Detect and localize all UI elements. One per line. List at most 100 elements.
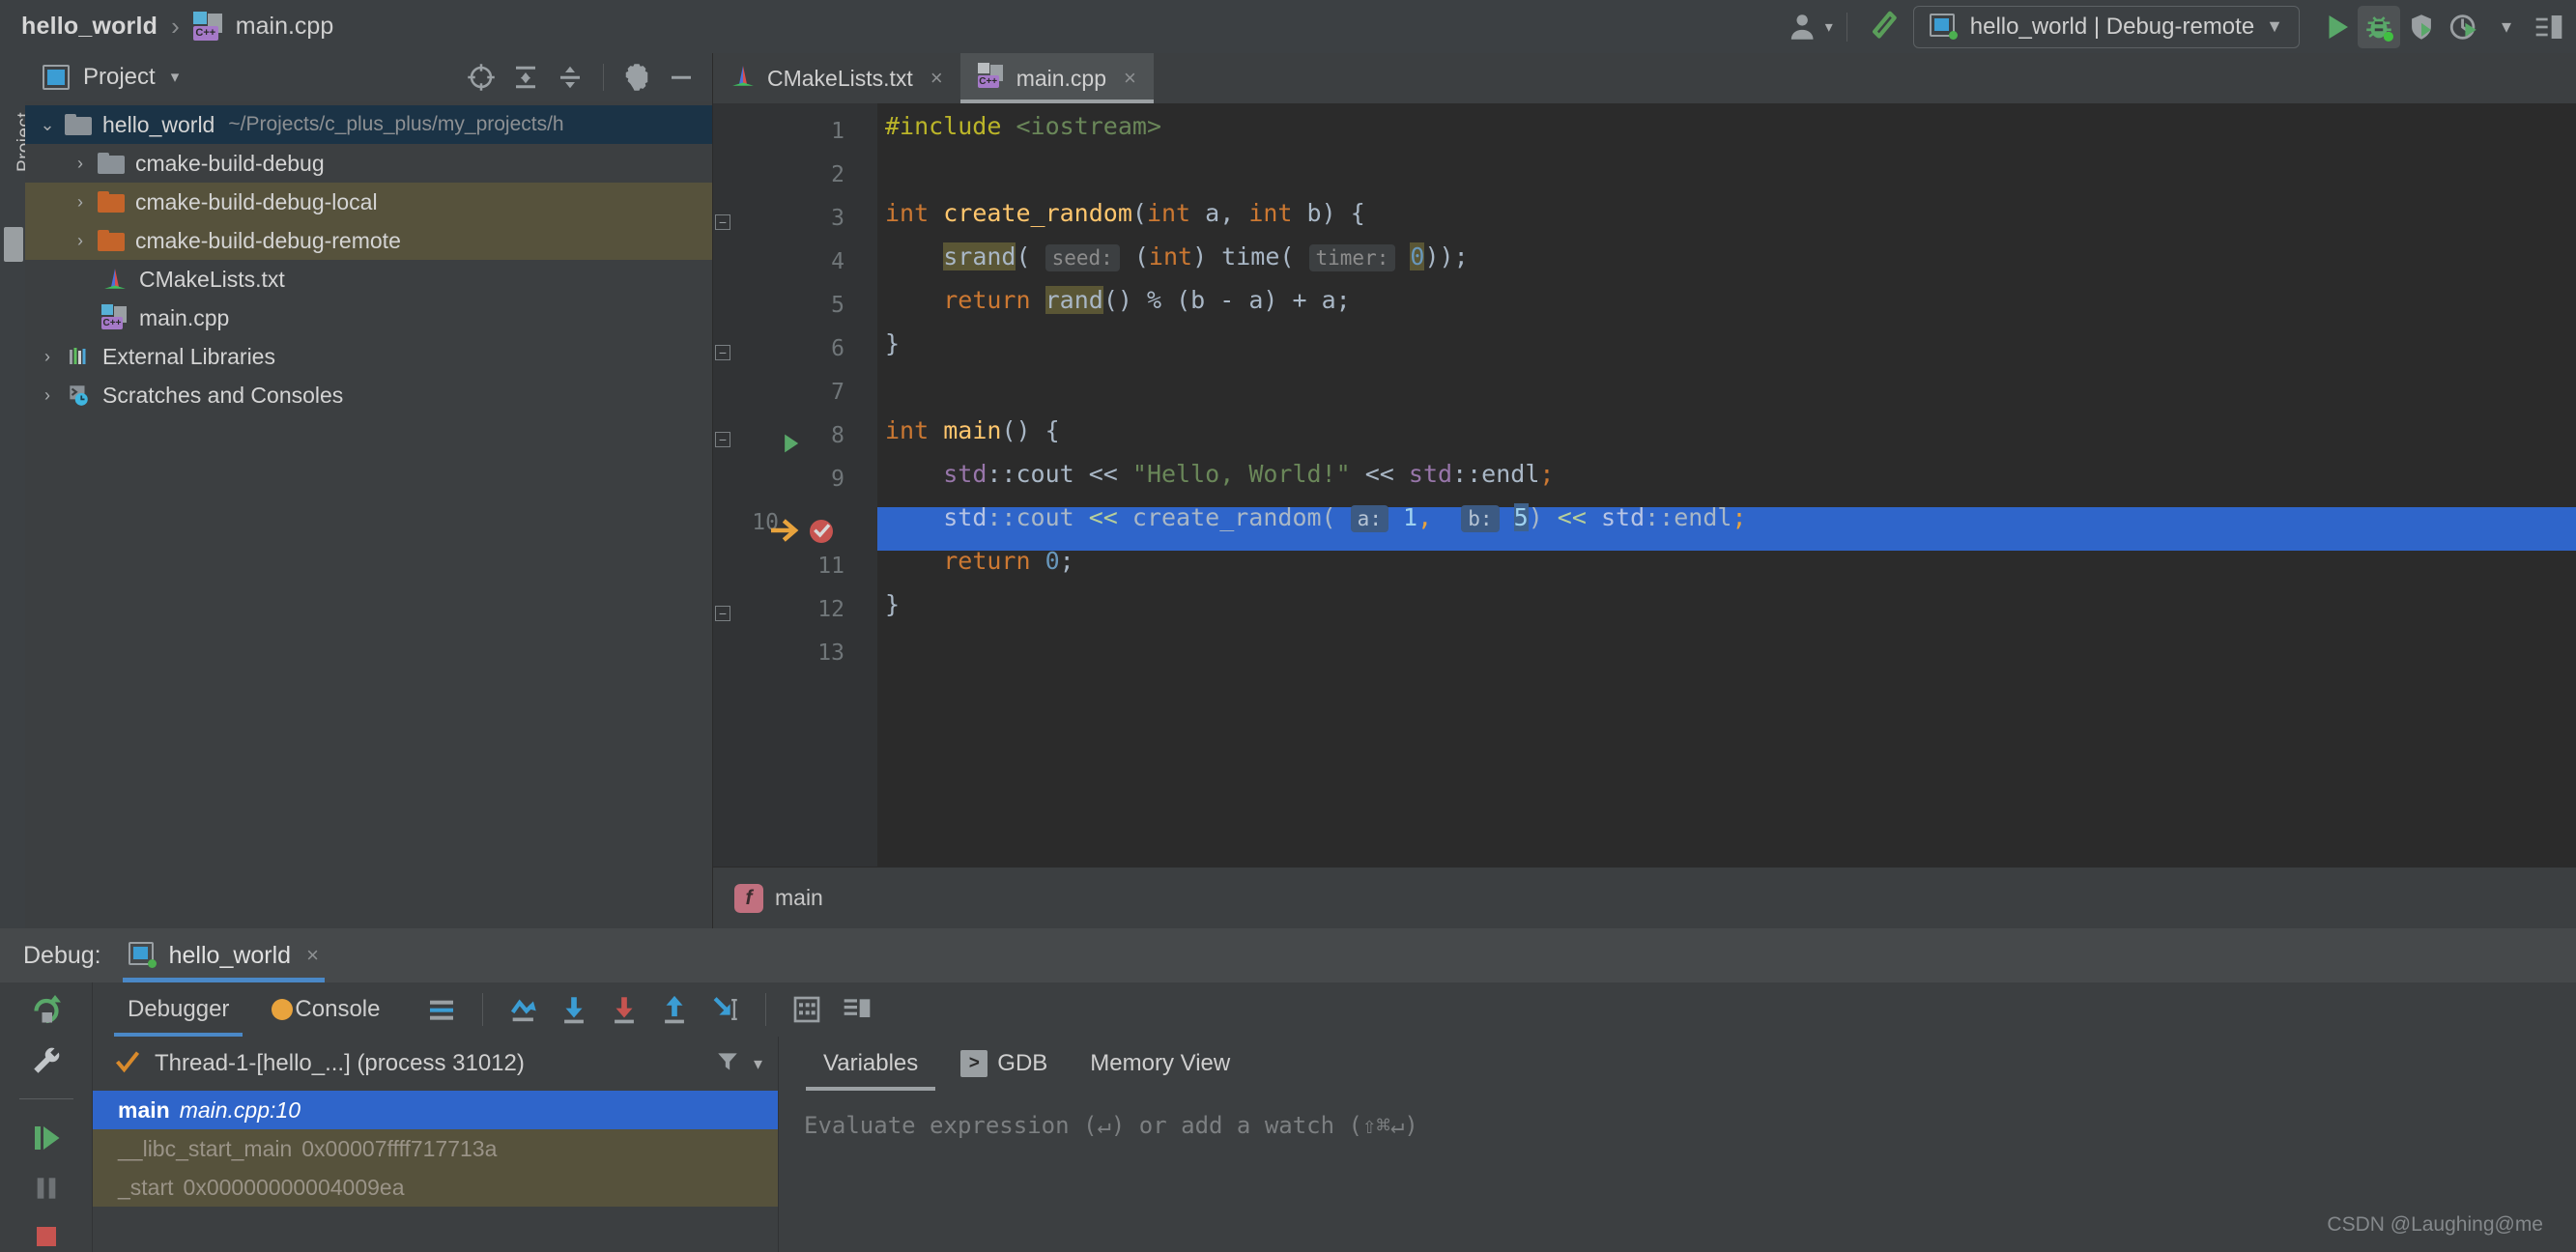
- expand-all-icon[interactable]: [506, 58, 545, 97]
- thread-label: Thread-1-[hello_...] (process 31012): [155, 1050, 525, 1076]
- project-tree: ⌄ hello_world ~/Projects/c_plus_plus/my_…: [25, 101, 712, 414]
- thread-selector[interactable]: Thread-1-[hello_...] (process 31012) ▾: [93, 1037, 778, 1091]
- tab-label: Console: [295, 996, 381, 1022]
- tree-item-cmakelists[interactable]: CMakeLists.txt: [25, 260, 712, 299]
- tree-item-label: cmake-build-debug-remote: [135, 227, 401, 253]
- frame-name: __libc_start_main: [118, 1135, 293, 1161]
- tree-item-cmake-build-debug-remote[interactable]: › cmake-build-debug-remote: [25, 221, 712, 260]
- line-number: 12: [817, 597, 844, 622]
- editor-gutter[interactable]: 1 2 3 4 5 6 7 8 9 10 11 12 13: [713, 103, 858, 867]
- resume-program-icon[interactable]: [19, 1121, 73, 1155]
- fold-marker-icon[interactable]: −: [715, 345, 730, 360]
- tab-variables[interactable]: Variables: [802, 1037, 939, 1091]
- code-line-10: std::cout << create_random( a: 1, b: 5) …: [943, 503, 1747, 532]
- debug-session-tab[interactable]: hello_world ×: [122, 928, 326, 982]
- fold-marker-icon[interactable]: −: [715, 432, 730, 447]
- chevron-right-icon[interactable]: ›: [66, 154, 95, 174]
- function-badge-icon: f: [734, 883, 763, 913]
- collapse-all-icon[interactable]: [551, 58, 589, 97]
- frame-name: _start: [118, 1174, 174, 1200]
- tree-item-label: External Libraries: [102, 343, 275, 369]
- tab-debugger[interactable]: Debugger: [106, 982, 250, 1037]
- frame-row[interactable]: _start 0x00000000004009ea: [93, 1168, 778, 1207]
- force-step-into-icon[interactable]: [599, 987, 649, 1032]
- breadcrumb-project[interactable]: hello_world: [21, 13, 157, 41]
- tab-memory-view[interactable]: Memory View: [1069, 1037, 1251, 1091]
- attach-to-process-icon[interactable]: [2400, 6, 2443, 48]
- evaluate-expression-placeholder[interactable]: Evaluate expression (↵) or add a watch (…: [804, 1112, 2576, 1139]
- user-account-icon[interactable]: ▾: [1789, 6, 1833, 48]
- breakpoint-icon[interactable]: [806, 516, 837, 552]
- tree-item-external-libraries[interactable]: › External Libraries: [25, 337, 712, 376]
- close-icon[interactable]: ×: [306, 943, 319, 968]
- toolbar-divider: [765, 993, 767, 1026]
- tab-gdb[interactable]: > GDB: [939, 1037, 1069, 1091]
- variables-content[interactable]: Evaluate expression (↵) or add a watch (…: [779, 1091, 2576, 1139]
- tree-item-cmake-build-debug[interactable]: › cmake-build-debug: [25, 144, 712, 183]
- chevron-right-icon[interactable]: ›: [66, 192, 95, 213]
- locate-target-icon[interactable]: [462, 58, 501, 97]
- run-icon[interactable]: [2315, 6, 2358, 48]
- breadcrumb-file[interactable]: main.cpp: [236, 13, 333, 41]
- chevron-down-icon: ▾: [2501, 16, 2512, 38]
- step-into-icon[interactable]: [549, 987, 599, 1032]
- gear-icon[interactable]: [617, 58, 656, 97]
- close-icon[interactable]: ×: [1124, 66, 1136, 91]
- tab-main-cpp[interactable]: C++ main.cpp ×: [959, 53, 1155, 103]
- step-out-icon[interactable]: [649, 987, 700, 1032]
- tree-item-label: main.cpp: [139, 304, 230, 330]
- breadcrumb-function-label[interactable]: main: [775, 885, 823, 911]
- step-over-icon[interactable]: [499, 987, 549, 1032]
- close-icon[interactable]: ×: [930, 66, 943, 91]
- run-configuration-selector[interactable]: hello_world | Debug-remote ▼: [1912, 5, 2300, 48]
- top-toolbar: hello_world › C++ main.cpp ▾ hello_world…: [0, 0, 2576, 53]
- run-gutter-icon[interactable]: [777, 430, 804, 462]
- tree-item-cmake-build-debug-local[interactable]: › cmake-build-debug-local: [25, 183, 712, 221]
- minimize-icon[interactable]: [662, 58, 701, 97]
- chevron-down-icon[interactable]: ▾: [171, 68, 180, 87]
- frame-row[interactable]: main main.cpp:10: [93, 1091, 778, 1129]
- code-editor[interactable]: 1 2 3 4 5 6 7 8 9 10 11 12 13 − − − − #i…: [713, 103, 2576, 867]
- fold-marker-icon[interactable]: −: [715, 214, 730, 230]
- build-hammer-icon[interactable]: [1861, 6, 1903, 48]
- wrench-icon[interactable]: [19, 1044, 73, 1077]
- watermark: CSDN @Laughing@me: [2327, 1213, 2543, 1236]
- code-line-1: #include <iostream>: [885, 112, 1161, 140]
- rerun-icon[interactable]: [19, 992, 73, 1027]
- tree-item-main-cpp[interactable]: C++ main.cpp: [25, 299, 712, 337]
- code-text-area[interactable]: #include <iostream> int create_random(in…: [877, 103, 2576, 867]
- more-toolbar-icon[interactable]: [2528, 6, 2570, 48]
- cmake-file-icon: [99, 267, 131, 292]
- frame-row[interactable]: __libc_start_main 0x00007ffff717713a: [93, 1129, 778, 1168]
- editor-fold-column[interactable]: − − − −: [715, 103, 877, 867]
- profile-dropdown-icon[interactable]: ▾: [2485, 6, 2528, 48]
- debug-layout-icon[interactable]: [832, 987, 882, 1032]
- layout-settings-icon[interactable]: [416, 987, 467, 1032]
- chevron-right-icon[interactable]: ›: [33, 385, 62, 406]
- chevron-down-icon[interactable]: ▾: [754, 1054, 762, 1074]
- tab-console[interactable]: Console: [250, 982, 401, 1037]
- tree-item-path: ~/Projects/c_plus_plus/my_projects/h: [228, 113, 564, 135]
- tab-cmakelists-txt[interactable]: CMakeLists.txt ×: [713, 53, 960, 103]
- profile-icon[interactable]: [2443, 6, 2485, 48]
- folder-grey-icon: [62, 114, 95, 135]
- chevron-right-icon[interactable]: ›: [66, 231, 95, 251]
- evaluate-expression-icon[interactable]: [782, 987, 832, 1032]
- rail-structure-button[interactable]: [4, 227, 23, 262]
- fold-marker-icon[interactable]: −: [715, 606, 730, 621]
- debug-icon[interactable]: [2358, 5, 2400, 48]
- chevron-down-icon[interactable]: ⌄: [33, 115, 62, 135]
- editor-tab-bar: CMakeLists.txt × C++ main.cpp ×: [713, 53, 2576, 103]
- run-to-cursor-icon[interactable]: [700, 987, 750, 1032]
- filter-icon[interactable]: [715, 1049, 740, 1079]
- chevron-down-icon: ▾: [1824, 18, 1833, 36]
- pause-program-icon[interactable]: [19, 1173, 73, 1204]
- tree-item-scratches-and-consoles[interactable]: › Scratches and Consoles: [25, 376, 712, 414]
- tree-item-hello-world[interactable]: ⌄ hello_world ~/Projects/c_plus_plus/my_…: [25, 105, 712, 144]
- stop-icon[interactable]: [19, 1221, 73, 1252]
- chevron-right-icon[interactable]: ›: [33, 347, 62, 367]
- variables-panel: Variables > GDB Memory View Evaluate exp…: [779, 1037, 2576, 1252]
- cpp-file-icon: C++: [977, 62, 1005, 95]
